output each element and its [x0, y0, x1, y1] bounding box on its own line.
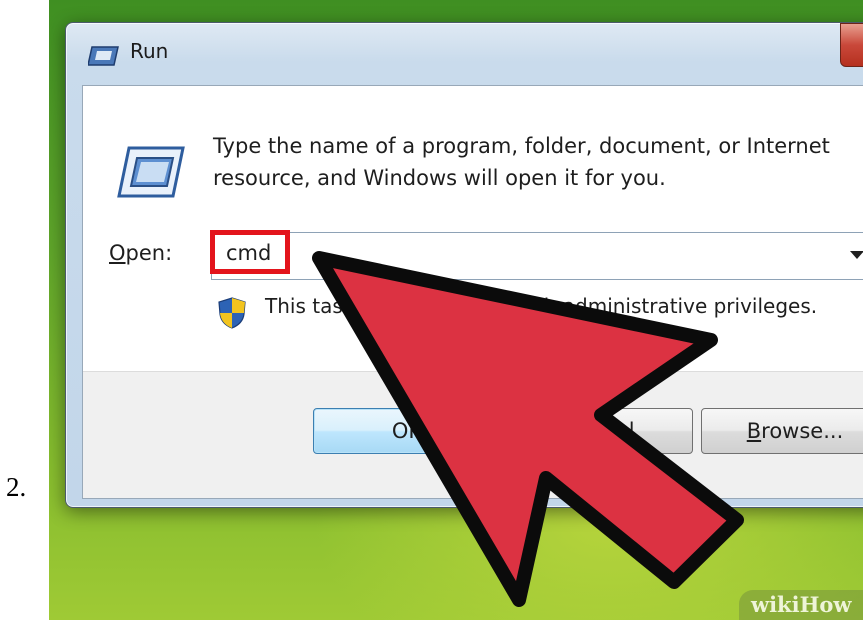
step-number: 2. [6, 472, 27, 502]
red-arrow-pointer [312, 251, 744, 607]
wikihow-watermark: wikiHow [739, 590, 863, 620]
watermark-text: wikiHow [751, 592, 852, 617]
screenshot-canvas: Run Type the name of a program, folder, … [49, 0, 863, 620]
